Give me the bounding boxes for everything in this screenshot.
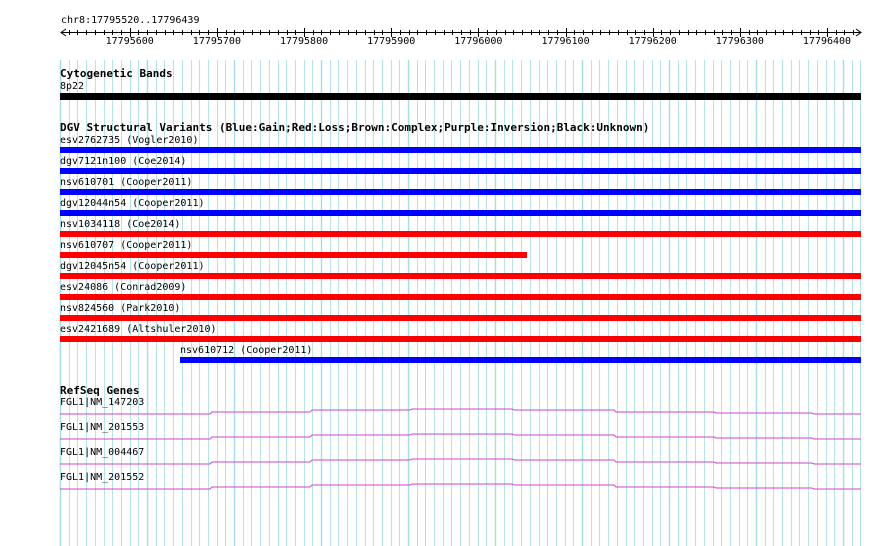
dgv-variant-label: esv2762735 (Vogler2010)	[60, 135, 199, 146]
cytoband-label: 8p22	[60, 81, 85, 92]
refseq-gene-model[interactable]	[0, 405, 890, 417]
ruler-tick-label: 17796100	[541, 36, 589, 47]
ruler-tick-label: 17796200	[629, 36, 677, 47]
ruler-tick-label: 17795800	[280, 36, 328, 47]
dgv-track-title: DGV Structural Variants (Blue:Gain;Red:L…	[60, 121, 650, 134]
dgv-variant-label: nsv1034118 (Coe2014)	[60, 219, 181, 230]
dgv-variant-label: dgv7121n100 (Coe2014)	[60, 156, 187, 167]
dgv-variant-bar[interactable]	[60, 231, 861, 237]
dgv-variant-label: nsv610701 (Cooper2011)	[60, 177, 193, 188]
refseq-gene-line	[60, 483, 861, 490]
dgv-variant-bar[interactable]	[180, 357, 861, 363]
dgv-variant-bar[interactable]	[60, 210, 861, 216]
cytoband-track-title: Cytogenetic Bands	[60, 67, 173, 80]
ruler-tick-label: 17796400	[803, 36, 851, 47]
dgv-variant-bar[interactable]	[60, 168, 861, 174]
coordinate-ruler[interactable]: 17795600 17795700 17795800 17795900 17796000…	[0, 0, 890, 60]
cytoband-bar[interactable]	[60, 93, 861, 100]
refseq-gene-model[interactable]	[0, 430, 890, 442]
genome-browser-view: chr8:17795520..17796439 17795600 17795700…	[0, 0, 890, 546]
dgv-variant-label: dgv12044n54 (Cooper2011)	[60, 198, 205, 209]
dgv-variant-bar[interactable]	[60, 273, 861, 279]
dgv-variant-label: nsv610707 (Cooper2011)	[60, 240, 193, 251]
refseq-gene-line	[60, 433, 861, 440]
dgv-variant-bar[interactable]	[60, 252, 527, 258]
ruler-tick-label: 17795600	[106, 36, 154, 47]
dgv-variant-label: nsv610712 (Cooper2011)	[180, 345, 313, 356]
dgv-variant-bar[interactable]	[60, 315, 861, 321]
dgv-variant-bar[interactable]	[60, 189, 861, 195]
dgv-variant-label: esv2421689 (Altshuler2010)	[60, 324, 217, 335]
refseq-gene-line	[60, 458, 861, 465]
dgv-variant-label: esv24086 (Conrad2009)	[60, 282, 187, 293]
ruler-tick-label: 17795900	[367, 36, 415, 47]
refseq-gene-model[interactable]	[0, 455, 890, 467]
dgv-variant-label: dgv12045n54 (Cooper2011)	[60, 261, 205, 272]
dgv-variant-bar[interactable]	[60, 147, 861, 153]
refseq-gene-line	[60, 408, 861, 415]
dgv-variant-bar[interactable]	[60, 336, 861, 342]
dgv-variant-bar[interactable]	[60, 294, 861, 300]
ruler-tick-label: 17796300	[716, 36, 764, 47]
ruler-tick-label: 17795700	[193, 36, 241, 47]
refseq-gene-model[interactable]	[0, 480, 890, 492]
dgv-variant-label: nsv824560 (Park2010)	[60, 303, 181, 314]
refseq-track-title: RefSeq Genes	[60, 384, 140, 397]
ruler-tick-label: 17796000	[454, 36, 502, 47]
